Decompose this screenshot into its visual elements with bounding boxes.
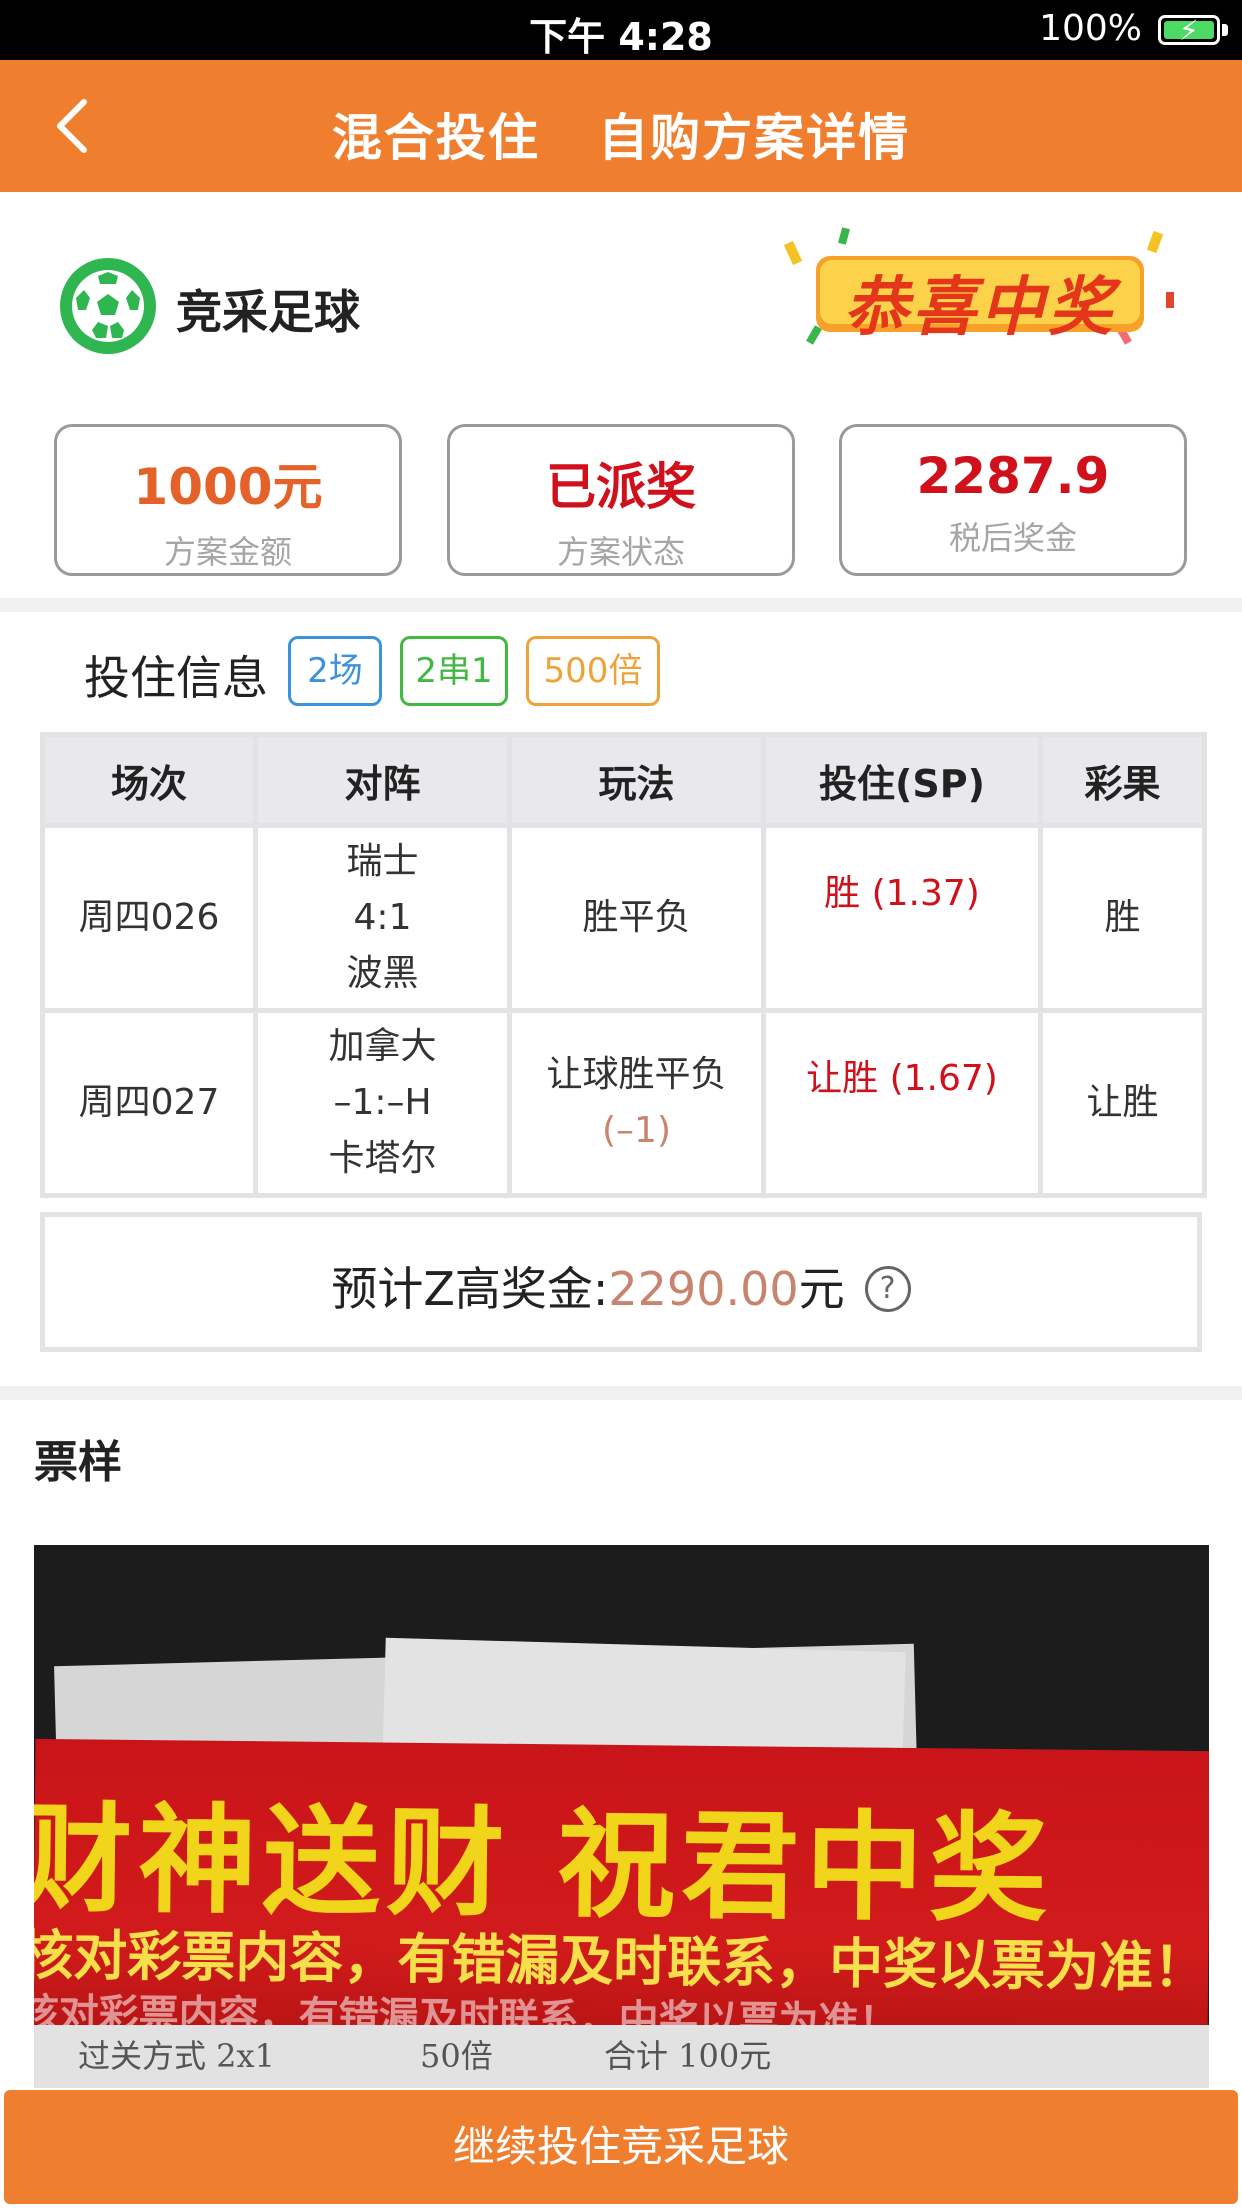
matchup-cell: 加拿大 –1:–H 卡塔尔 xyxy=(253,1008,512,1198)
match-number: 周四026 xyxy=(40,823,258,1013)
pick-sp: 让胜 (1.67) xyxy=(806,1058,998,1099)
pick-cell: 胜 (1.37) xyxy=(761,823,1043,1013)
lottery-name: 竞采足球 xyxy=(176,285,360,339)
away-team: 卡塔尔 xyxy=(328,1138,437,1179)
stat-value: 1000元 xyxy=(133,458,323,516)
pick-sp: 胜 (1.37) xyxy=(824,873,980,914)
stat-card-prize: 2287.9 税后奖金 xyxy=(839,424,1187,576)
column-header: 对阵 xyxy=(253,732,512,828)
play-type: 胜平负 xyxy=(507,823,766,1013)
table-row: 周四027 加拿大 –1:–H 卡塔尔 让球胜平负 (–1) 让胜 (1.67)… xyxy=(40,1008,1207,1198)
battery-icon: ⚡ xyxy=(1158,14,1220,47)
stat-label: 方案状态 xyxy=(556,533,685,571)
status-bar: 下午 4:28 100% ⚡ xyxy=(0,0,1242,60)
receipt-multiplier: 50倍 xyxy=(420,2037,493,2075)
max-prize-unit: 元 xyxy=(798,1262,845,1316)
question-icon[interactable]: ? xyxy=(864,1265,911,1312)
section-divider xyxy=(0,1386,1242,1400)
ticket-title: 票样 xyxy=(34,1437,122,1488)
column-header: 彩果 xyxy=(1038,732,1207,828)
battery-percent: 100% xyxy=(1039,8,1142,49)
receipt-total: 合计 100元 xyxy=(604,2037,772,2075)
score: –1:–H xyxy=(333,1082,432,1123)
result-cell: 让胜 xyxy=(1038,1008,1207,1198)
match-number: 周四027 xyxy=(40,1008,258,1198)
max-prize-amount: 2290.00 xyxy=(608,1262,799,1316)
continue-bet-button[interactable]: 继续投住竞采足球 xyxy=(4,2090,1238,2204)
stat-label: 税后奖金 xyxy=(948,519,1077,557)
home-team: 瑞士 xyxy=(346,841,419,882)
stat-value: 2287.9 xyxy=(916,447,1110,505)
bet-info-title: 投住信息 xyxy=(84,651,268,705)
stat-value: 已派奖 xyxy=(546,458,696,516)
home-team: 加拿大 xyxy=(328,1026,437,1067)
stat-label: 方案金额 xyxy=(163,533,292,571)
section-divider xyxy=(0,598,1242,612)
tag-parlay: 2串1 xyxy=(400,636,508,706)
pick-cell: 让胜 (1.67) xyxy=(761,1008,1043,1198)
column-header: 场次 xyxy=(40,732,258,828)
matchup-cell: 瑞士 4:1 波黑 xyxy=(253,823,512,1013)
page-title: 混合投住 自购方案详情 xyxy=(331,109,911,167)
away-team: 波黑 xyxy=(346,953,419,994)
soccer-ball-icon xyxy=(60,258,156,354)
score: 4:1 xyxy=(353,897,412,938)
stat-card-amount: 1000元 方案金额 xyxy=(54,424,402,576)
win-badge: 恭喜中奖 xyxy=(780,222,1180,352)
column-header: 玩法 xyxy=(507,732,766,828)
stat-card-status: 已派奖 方案状态 xyxy=(447,424,795,576)
tag-matches: 2场 xyxy=(288,636,382,706)
max-prize-label: 预计Z高奖金: xyxy=(331,1262,609,1316)
tag-multiplier: 500倍 xyxy=(526,636,660,706)
ticket-photo[interactable]: 财神送财 祝君中奖 核对彩票内容，有错漏及时联系，中奖以票为准！ 核对彩票内容，… xyxy=(34,1545,1209,2088)
ticket-banner: 财神送财 祝君中奖 核对彩票内容，有错漏及时联系，中奖以票为准！ 核对彩票内容，… xyxy=(34,1738,1209,2046)
win-badge-text: 恭喜中奖 xyxy=(844,271,1116,345)
max-prize-box: 预计Z高奖金:2290.00元? xyxy=(40,1212,1202,1352)
table-row: 周四026 瑞士 4:1 波黑 胜平负 胜 (1.37) 胜 xyxy=(40,823,1207,1013)
result-cell: 胜 xyxy=(1038,823,1207,1013)
nav-bar: 混合投住 自购方案详情 xyxy=(0,60,1242,192)
bet-table: 场次 对阵 玩法 投住(SP) 彩果 周四026 瑞士 4:1 波黑 胜平负 胜… xyxy=(40,732,1207,1198)
table-header-row: 场次 对阵 玩法 投住(SP) 彩果 xyxy=(40,732,1207,828)
receipt-pass: 过关方式 2x1 xyxy=(78,2037,275,2075)
handicap: (–1) xyxy=(602,1110,671,1151)
play-type-cell: 让球胜平负 (–1) xyxy=(507,1008,766,1198)
column-header: 投住(SP) xyxy=(761,732,1043,828)
play-type: 让球胜平负 xyxy=(546,1054,727,1095)
ticket-receipt: 过关方式 2x1 50倍 合计 100元 xyxy=(34,2025,1209,2088)
